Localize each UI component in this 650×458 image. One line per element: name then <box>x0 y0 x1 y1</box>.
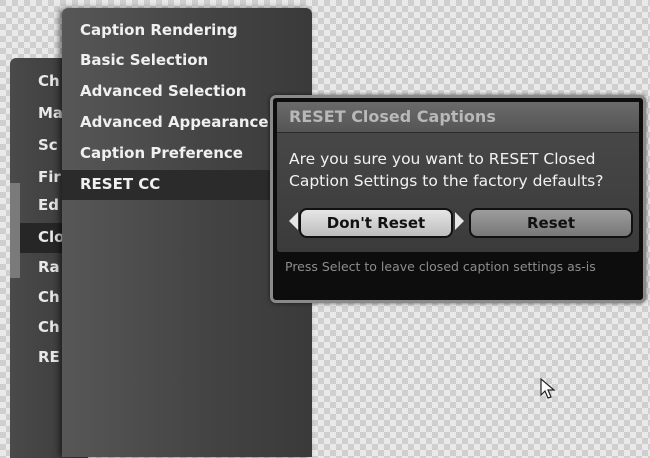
dialog-title-bar: RESET Closed Captions <box>277 102 639 133</box>
dialog-title: RESET Closed Captions <box>289 107 496 126</box>
submenu-item-caption-preference[interactable]: Caption Preference <box>80 144 243 162</box>
submenu-item-advanced-selection[interactable]: Advanced Selection <box>80 82 246 100</box>
submenu-item-caption-rendering[interactable]: Caption Rendering <box>80 21 238 39</box>
dialog-body: RESET Closed Captions Are you sure you w… <box>277 102 639 252</box>
submenu-item-basic-selection[interactable]: Basic Selection <box>80 51 208 69</box>
triangle-left-icon <box>289 212 298 230</box>
dialog-hint: Press Select to leave closed caption set… <box>285 259 596 274</box>
main-menu-edge <box>10 183 20 278</box>
reset-button[interactable]: Reset <box>469 208 633 238</box>
reset-dialog: RESET Closed Captions Are you sure you w… <box>270 95 646 303</box>
dont-reset-button[interactable]: Don't Reset <box>299 208 453 238</box>
submenu-item-advanced-appearance[interactable]: Advanced Appearance <box>80 113 269 131</box>
submenu-item-reset-cc[interactable]: RESET CC <box>80 175 160 193</box>
mouse-pointer-icon <box>540 378 556 399</box>
triangle-right-icon <box>455 212 464 230</box>
dialog-message: Are you sure you want to RESET Closed Ca… <box>289 150 604 190</box>
